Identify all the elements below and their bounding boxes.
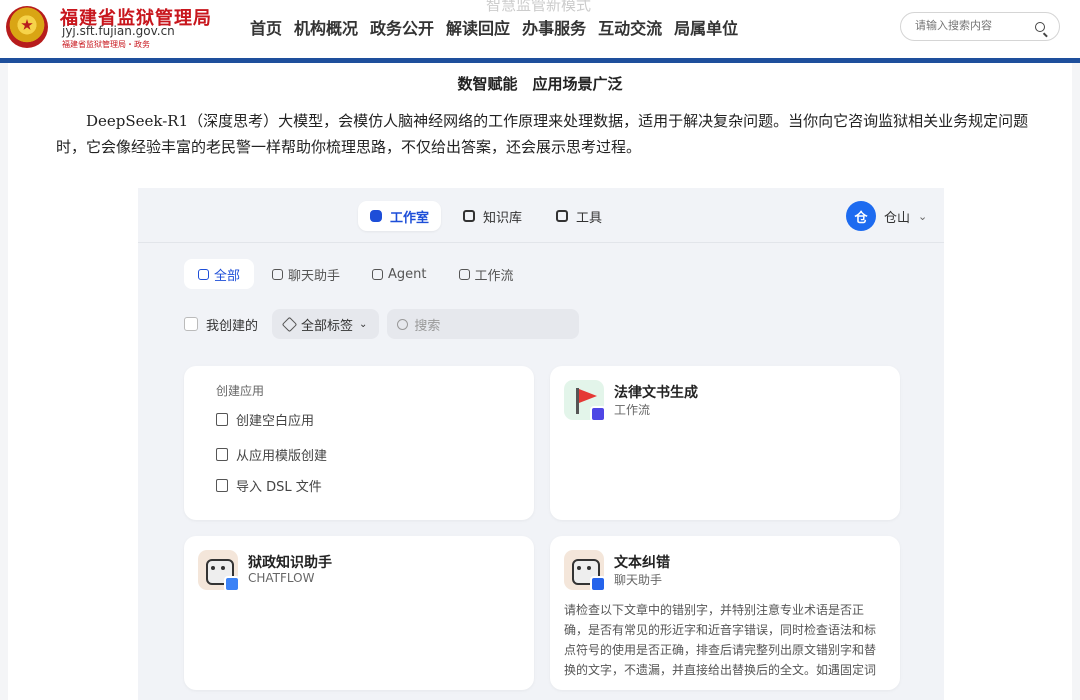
nav-interpretation[interactable]: 解读回应 [440, 15, 516, 39]
tab-tools-label: 工具 [576, 210, 603, 226]
grid-icon [198, 268, 209, 280]
filter-agent[interactable]: Agent [358, 259, 440, 289]
tab-studio-label: 工作室 [390, 210, 430, 226]
chevron-down-icon: ⌄ [918, 209, 928, 223]
app-name: 文本纠错 [614, 555, 670, 571]
app-card-prison-knowledge[interactable]: 狱政知识助手 CHATFLOW [184, 536, 534, 690]
tab-tools[interactable]: 工具 [544, 201, 614, 231]
create-from-template-button[interactable]: 从应用模版创建 [216, 445, 327, 464]
import-dsl-label: 导入 DSL 文件 [236, 480, 322, 495]
app-top-bar: 工作室 知识库 工具 仓 仓山 ⌄ [138, 188, 944, 243]
nav-interaction[interactable]: 互动交流 [592, 15, 668, 39]
article-heading: 数智赋能 应用场景广泛 [457, 75, 623, 93]
template-icon [216, 448, 228, 461]
site-domain: jyj.sft.fujian.gov.cn [62, 24, 175, 38]
app-search-placeholder: 搜索 [414, 318, 441, 334]
nav-government-affairs[interactable]: 政务公开 [364, 15, 440, 39]
app-filters: 全部 聊天助手 Agent 工作流 [184, 259, 528, 289]
filter-agent-label: Agent [388, 266, 427, 282]
search-icon[interactable] [1035, 22, 1045, 32]
nav-home[interactable]: 首页 [244, 15, 288, 39]
app-search-input[interactable]: 搜索 [387, 309, 580, 339]
nav-services[interactable]: 办事服务 [516, 15, 592, 39]
chat-icon [272, 268, 284, 280]
tag-select[interactable]: 全部标签 ⌄ [272, 309, 380, 339]
app-type: 工作流 [614, 403, 651, 417]
filter-chat-assistant[interactable]: 聊天助手 [258, 259, 354, 289]
robot-icon [370, 210, 382, 222]
agent-icon [372, 268, 384, 280]
site-header: 福建省监狱管理局 jyj.sft.fujian.gov.cn 福建省监狱管理局・… [0, 0, 1080, 58]
filter-all-label: 全部 [214, 268, 241, 284]
filter-workflow-label: 工作流 [474, 268, 514, 284]
tag-select-label: 全部标签 [301, 318, 354, 334]
nav-affiliated-units[interactable]: 局属单位 [668, 15, 744, 39]
app-tabs: 工作室 知识库 工具 [358, 201, 614, 231]
my-created-checkbox[interactable] [184, 317, 198, 331]
app-card-legal-docs[interactable]: 法律文书生成 工作流 [550, 366, 900, 520]
import-icon [216, 479, 228, 492]
search-input[interactable] [915, 19, 1025, 32]
app-name: 狱政知识助手 [248, 555, 332, 571]
site-subtitle: 福建省监狱管理局・政务 [62, 40, 150, 49]
app-description: 请检查以下文章中的错别字，并特别注意专业术语是否正确，是否有常见的形近字和近音字… [564, 603, 877, 677]
create-app-title: 创建应用 [216, 384, 265, 398]
filter-workflow[interactable]: 工作流 [445, 259, 528, 289]
banner-ghost-text: 智慧监管新模式 [486, 0, 592, 14]
app-card-text-correction[interactable]: 文本纠错 聊天助手 请检查以下文章中的错别字，并特别注意专业术语是否正确，是否有… [550, 536, 900, 690]
tab-knowledge[interactable]: 知识库 [451, 201, 534, 231]
app-toolbar: 我创建的 全部标签 ⌄ 搜索 [184, 309, 580, 339]
filter-chat-label: 聊天助手 [288, 268, 341, 284]
my-created-label: 我创建的 [206, 318, 259, 334]
create-app-card: 创建应用 创建空白应用 从应用模版创建 导入 DSL 文件 [184, 366, 534, 520]
create-blank-app-label: 创建空白应用 [236, 414, 315, 429]
main-nav: 首页 机构概况 政务公开 解读回应 办事服务 互动交流 局属单位 [244, 15, 744, 39]
article-paragraph: DeepSeek-R1（深度思考）大模型，会模仿人脑神经网络的工作原理来处理数据… [56, 112, 1029, 156]
tag-icon [281, 316, 298, 332]
site-search [900, 12, 1060, 41]
chat-badge-icon [590, 576, 606, 592]
user-menu[interactable]: 仓 仓山 ⌄ [846, 201, 927, 231]
app-screenshot: 工作室 知识库 工具 仓 仓山 ⌄ 全部 聊天助手 Agent 工作流 我创建的… [138, 188, 944, 700]
tab-knowledge-label: 知识库 [483, 210, 523, 226]
tool-icon [556, 210, 569, 222]
app-type: 聊天助手 [614, 573, 663, 587]
avatar: 仓 [846, 201, 876, 231]
tab-studio[interactable]: 工作室 [358, 201, 442, 231]
search-icon [397, 318, 409, 330]
book-icon [463, 210, 476, 222]
chevron-down-icon: ⌄ [359, 318, 368, 330]
create-blank-app-button[interactable]: 创建空白应用 [216, 410, 314, 429]
app-name: 法律文书生成 [614, 385, 698, 401]
new-file-icon [216, 413, 228, 426]
filter-all[interactable]: 全部 [184, 259, 255, 289]
police-emblem-logo [6, 6, 48, 48]
import-dsl-button[interactable]: 导入 DSL 文件 [216, 476, 322, 495]
workflow-icon [458, 268, 470, 280]
app-type: CHATFLOW [248, 571, 315, 585]
workflow-badge-icon [590, 406, 606, 422]
chatflow-badge-icon [224, 576, 240, 592]
user-name: 仓山 [884, 210, 911, 226]
create-from-template-label: 从应用模版创建 [236, 449, 328, 464]
nav-organization[interactable]: 机构概况 [288, 15, 364, 39]
